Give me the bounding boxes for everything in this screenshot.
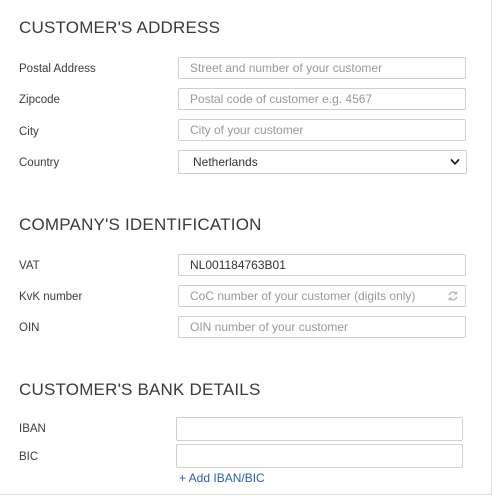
city-input[interactable]: City of your customer — [178, 119, 466, 141]
kvk-input[interactable]: CoC number of your customer (digits only… — [178, 285, 466, 307]
add-iban-bic-link[interactable]: + Add IBAN/BIC — [179, 471, 265, 485]
country-select-value: Netherlands — [193, 155, 258, 169]
bic-input[interactable] — [176, 444, 463, 468]
zipcode-input[interactable]: Postal code of customer e.g. 4567 — [178, 88, 466, 110]
bank-section-title: CUSTOMER'S BANK DETAILS — [19, 380, 261, 399]
country-select[interactable]: Netherlands — [178, 150, 467, 174]
oin-label: OIN — [19, 322, 40, 334]
iban-input[interactable] — [176, 417, 463, 441]
zipcode-label: Zipcode — [19, 94, 60, 106]
vat-input[interactable]: NL001184763B01 — [178, 254, 466, 276]
bic-label: BIC — [19, 451, 39, 463]
customer-form-panel: CUSTOMER'S ADDRESS Postal Address Street… — [0, 0, 492, 495]
vat-label: VAT — [19, 260, 40, 272]
kvk-label: KvK number — [19, 291, 83, 303]
kvk-input-placeholder: CoC number of your customer (digits only… — [190, 289, 416, 303]
iban-label: IBAN — [19, 423, 46, 435]
address-section-title: CUSTOMER'S ADDRESS — [19, 18, 221, 37]
city-label: City — [19, 126, 39, 138]
postal-address-label: Postal Address — [19, 63, 96, 75]
postal-address-input[interactable]: Street and number of your customer — [178, 57, 466, 79]
refresh-icon[interactable] — [447, 290, 459, 302]
oin-input[interactable]: OIN number of your customer — [178, 316, 466, 338]
identification-section-title: COMPANY'S IDENTIFICATION — [19, 215, 262, 234]
country-label: Country — [19, 157, 60, 169]
chevron-down-icon — [450, 159, 460, 165]
